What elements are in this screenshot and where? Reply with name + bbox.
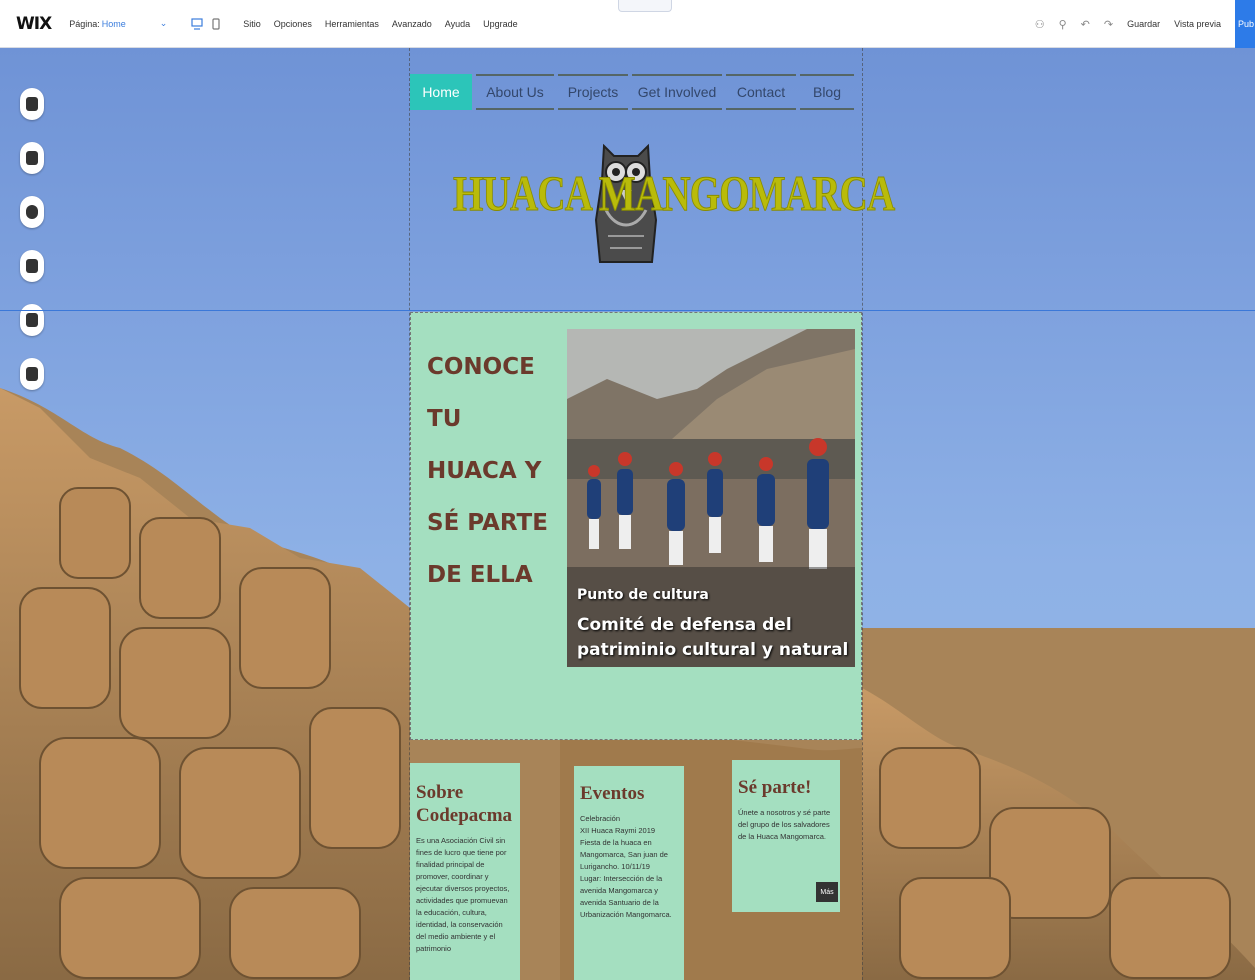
nav-home[interactable]: Home (410, 74, 472, 110)
menu-opciones[interactable]: Opciones (274, 19, 312, 29)
site-nav: Home About Us Projects Get Involved Cont… (410, 74, 854, 110)
account-icon[interactable]: ⚇ (1035, 18, 1045, 31)
publish-button[interactable]: Pub (1235, 0, 1255, 48)
redo-icon[interactable]: ↷ (1104, 18, 1113, 31)
blog-button[interactable] (20, 358, 44, 390)
photo-caption-large: Comité de defensa del patriminio cultura… (577, 615, 849, 660)
desktop-view-icon[interactable] (191, 17, 203, 30)
save-button[interactable]: Guardar (1127, 19, 1160, 29)
plus-icon (26, 205, 38, 219)
join-title: Sé parte! (738, 777, 812, 798)
media-button[interactable] (20, 304, 44, 336)
editor-actions: ⚇ ⚲ ↶ ↷ Guardar Vista previa Pub (1035, 0, 1255, 48)
nav-contact[interactable]: Contact (726, 74, 796, 110)
apps-icon (26, 259, 38, 273)
events-line: XII Huaca Raymi 2019 (580, 826, 656, 835)
top-drag-tab[interactable] (618, 0, 672, 12)
undo-icon[interactable]: ↶ (1081, 18, 1090, 31)
menu-upgrade[interactable]: Upgrade (483, 19, 518, 29)
pen-icon (26, 367, 38, 381)
about-box[interactable]: Sobre Codepacma Es una Asociación Civil … (410, 763, 520, 980)
editor-canvas[interactable]: Home About Us Projects Get Involved Cont… (0, 48, 1255, 980)
menu-herramientas[interactable]: Herramientas (325, 19, 379, 29)
events-line: Lugar: Intersección de la avenida Mangom… (580, 874, 672, 919)
editor-menu: Sitio Opciones Herramientas Avanzado Ayu… (243, 19, 517, 29)
more-button[interactable]: Más (816, 882, 838, 902)
photo-caption-small: Punto de cultura (577, 587, 709, 603)
chevron-down-icon: ⌄ (159, 18, 168, 28)
menu-avanzado[interactable]: Avanzado (392, 19, 432, 29)
add-apps-button[interactable] (20, 250, 44, 282)
nav-projects[interactable]: Projects (558, 74, 628, 110)
hero-strip[interactable]: Conoce tu huaca y sé parte de ella (410, 312, 862, 740)
page-label: Página: (69, 18, 100, 29)
events-line: Fiesta de la huaca en Mangomarca, San ju… (580, 838, 668, 871)
hero-heading-line: Conoce (427, 354, 535, 380)
editor-left-toolbar (20, 88, 44, 390)
events-box[interactable]: Eventos Celebración XII Huaca Raymi 2019… (574, 766, 684, 980)
add-button[interactable] (20, 196, 44, 228)
preview-button[interactable]: Vista previa (1174, 19, 1221, 29)
hero-photo-gallery[interactable]: Punto de cultura Comité de defensa del p… (567, 329, 855, 667)
page-name: Home (101, 18, 126, 29)
background-icon (26, 151, 38, 165)
hero-heading-line: sé parte (427, 510, 548, 536)
device-switcher (191, 17, 221, 30)
background-button[interactable] (20, 142, 44, 174)
site-title[interactable]: HUACA MANGOMARCA (453, 164, 896, 222)
nav-blog[interactable]: Blog (800, 74, 854, 110)
hero-heading-line: huaca y (427, 458, 542, 484)
media-icon (26, 313, 38, 327)
hero-heading-line: tu (427, 406, 462, 432)
nav-get-involved[interactable]: Get Involved (632, 74, 722, 110)
editor-top-bar: WIX Página: Home ⌄ Sitio Opciones Herram… (0, 0, 1255, 48)
nav-about-us[interactable]: About Us (476, 74, 554, 110)
pages-icon (26, 97, 38, 111)
menus-pages-button[interactable] (20, 88, 44, 120)
about-title: Sobre Codepacma (416, 782, 513, 826)
menu-sitio[interactable]: Sitio (243, 19, 261, 29)
events-line: Celebración (580, 814, 621, 823)
page-selector[interactable]: Página: Home ⌄ (69, 18, 167, 29)
join-box[interactable]: Sé parte! Únete a nosotros y sé parte de… (732, 760, 840, 912)
about-text: Es una Asociación Civil sin fines de luc… (416, 836, 510, 953)
zoom-icon[interactable]: ⚲ (1059, 18, 1067, 31)
events-title: Eventos (580, 783, 645, 804)
hero-heading[interactable]: Conoce tu huaca y sé parte de ella (427, 341, 548, 601)
menu-ayuda[interactable]: Ayuda (445, 19, 470, 29)
wix-logo[interactable]: WIX (16, 14, 52, 34)
join-text: Únete a nosotros y sé parte del grupo de… (738, 808, 831, 841)
hero-heading-line: de ella (427, 562, 533, 588)
header-divider-line (0, 310, 1255, 311)
mobile-view-icon[interactable] (211, 17, 221, 30)
events-text: Celebración XII Huaca Raymi 2019 Fiesta … (580, 813, 678, 921)
